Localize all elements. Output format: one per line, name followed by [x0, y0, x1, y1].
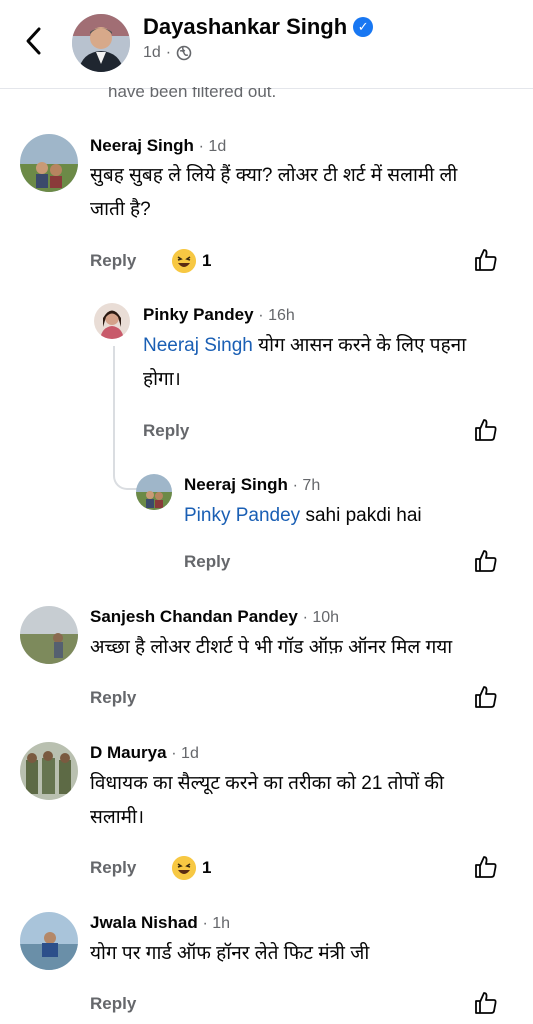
meta-separator: · [165, 44, 172, 61]
like-icon[interactable] [473, 247, 499, 273]
comment-text: अच्छा है लोअर टीशर्ट पे भी गॉड ऑफ़ ऑनर म… [90, 631, 530, 665]
comment-time: · 1h [202, 915, 231, 932]
comment-author[interactable]: Neeraj Singh · 1d [90, 136, 226, 156]
comment-time: · 16h [258, 307, 295, 324]
comment-author-name[interactable]: D Maurya [90, 743, 167, 762]
comment-text-line: sahi pakdi hai [300, 505, 422, 526]
comment-text-line: सलामी। [90, 807, 145, 828]
comment-author[interactable]: Sanjesh Chandan Pandey · 10h [90, 607, 339, 627]
mention-link[interactable]: Pinky Pandey [184, 505, 300, 526]
mention-link[interactable]: Neeraj Singh [143, 335, 253, 356]
thread-line [113, 346, 115, 474]
like-icon[interactable] [473, 417, 499, 443]
commenter-avatar[interactable] [136, 474, 172, 510]
like-icon[interactable] [473, 854, 499, 880]
commenter-avatar[interactable] [20, 134, 78, 192]
verified-icon: ✓ [353, 17, 374, 37]
reaction-count: 1 [202, 251, 212, 270]
author-name[interactable]: Dayashankar Singh ✓ [143, 14, 374, 40]
comment-time: · 1d [198, 138, 227, 155]
post-header: Dayashankar Singh ✓ 1d · [0, 0, 533, 89]
commenter-avatar[interactable] [20, 606, 78, 664]
comment-text: Neeraj Singh योग आसन करने के लिए पहना हो… [143, 329, 533, 397]
like-icon[interactable] [473, 990, 499, 1016]
reaction-summary[interactable]: 1 [172, 856, 211, 880]
comment-author-name[interactable]: Neeraj Singh [184, 475, 288, 494]
post-meta: 1d · [143, 44, 192, 62]
comment-author[interactable]: Pinky Pandey · 16h [143, 305, 295, 325]
comment-time: · 7h [292, 477, 321, 494]
reply-button[interactable]: Reply [184, 552, 230, 572]
comment-text-line: विधायक का सैल्यूट करने का तरीका को 21 तो… [90, 773, 444, 794]
comment-author-name[interactable]: Pinky Pandey [143, 305, 254, 324]
comment-text-line: योग आसन करने के लिए पहना [252, 335, 467, 356]
commenter-avatar[interactable] [20, 742, 78, 800]
globe-icon [176, 45, 192, 61]
comment-text-line: होगा। [143, 369, 181, 390]
like-icon[interactable] [473, 548, 499, 574]
comment-text-line: सुबह सुबह ले लिये हैं क्या? लोअर टी शर्ट… [90, 165, 458, 186]
comment-text: विधायक का सैल्यूट करने का तरीका को 21 तो… [90, 767, 530, 835]
comment-author-name[interactable]: Sanjesh Chandan Pandey [90, 607, 298, 626]
reply-button[interactable]: Reply [90, 251, 136, 271]
comment-time: · 1d [171, 745, 199, 762]
like-icon[interactable] [473, 684, 499, 710]
thread-connector [113, 462, 137, 490]
reply-button[interactable]: Reply [90, 688, 136, 708]
reply-button[interactable]: Reply [90, 858, 136, 878]
comment-text-line: योग पर गार्ड ऑफ हॉनर लेते फिट मंत्री जी [90, 943, 370, 964]
comment-text-line: अच्छा है लोअर टीशर्ट पे भी गॉड ऑफ़ ऑनर म… [90, 637, 453, 658]
comment-text: योग पर गार्ड ऑफ हॉनर लेते फिट मंत्री जी [90, 937, 530, 971]
haha-emoji-icon [172, 249, 196, 273]
back-icon[interactable] [22, 24, 46, 58]
post-time: 1d [143, 44, 161, 61]
commenter-avatar[interactable] [20, 912, 78, 970]
comment-author[interactable]: Jwala Nishad · 1h [90, 913, 230, 933]
comment-author[interactable]: Neeraj Singh · 7h [184, 475, 320, 495]
reaction-summary[interactable]: 1 [172, 249, 211, 273]
comment-author-name[interactable]: Jwala Nishad [90, 913, 198, 932]
comment-text: सुबह सुबह ले लिये हैं क्या? लोअर टी शर्ट… [90, 159, 530, 227]
comment-time: · 10h [302, 609, 340, 626]
haha-emoji-icon [172, 856, 196, 880]
author-avatar[interactable] [72, 14, 130, 72]
reaction-count: 1 [202, 858, 212, 877]
reply-button[interactable]: Reply [143, 421, 189, 441]
comment-author-name[interactable]: Neeraj Singh [90, 136, 194, 155]
comment-author[interactable]: D Maurya · 1d [90, 743, 199, 763]
comment-text-line: जाती है? [90, 199, 151, 220]
reply-button[interactable]: Reply [90, 994, 136, 1014]
commenter-avatar[interactable] [94, 303, 130, 339]
author-name-text: Dayashankar Singh [143, 14, 348, 39]
comment-text: Pinky Pandey sahi pakdi hai [184, 499, 524, 533]
